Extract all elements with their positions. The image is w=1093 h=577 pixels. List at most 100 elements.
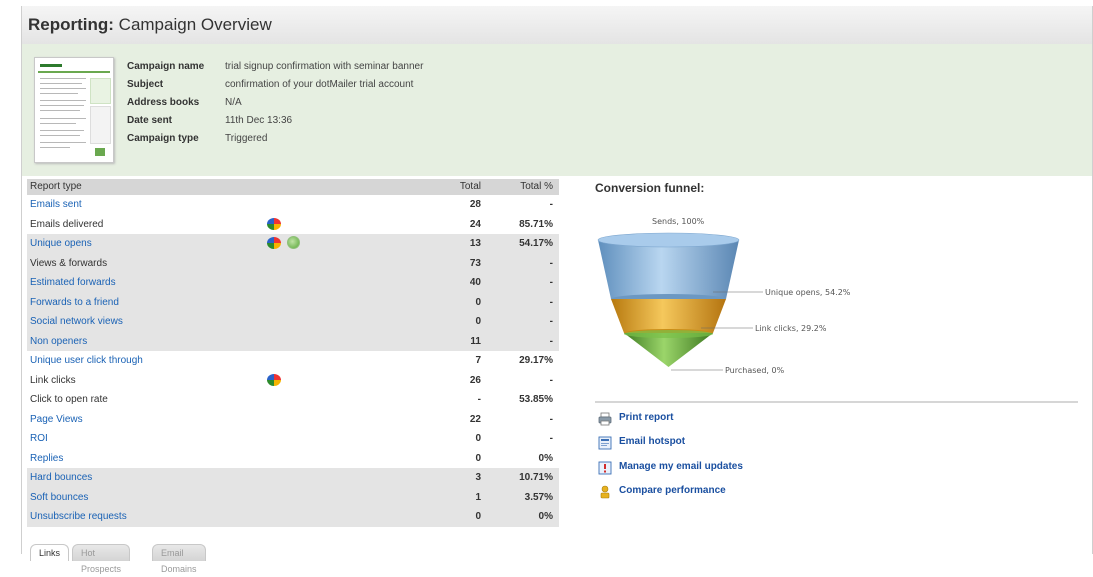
report-row-total: 7 [475, 355, 481, 366]
compare-performance-link[interactable]: Compare performance [619, 485, 726, 496]
report-row-label[interactable]: Page Views [30, 410, 83, 430]
funnel-label-purchased: Purchased, 0% [725, 366, 785, 375]
table-row: Non openers 11 - [27, 331, 559, 352]
campaign-type-label: Campaign type [127, 133, 199, 144]
report-row-label[interactable]: Estimated forwards [30, 273, 116, 293]
thumbnail-banner [38, 71, 110, 73]
table-row: ROI 0 - [27, 429, 559, 449]
address-books-value: N/A [225, 97, 242, 108]
thumbnail-line [40, 78, 86, 79]
thumbnail-line [40, 105, 84, 106]
campaign-type-value: Triggered [225, 133, 268, 144]
pie-chart-icon[interactable] [267, 217, 281, 230]
thumbnail-line [40, 135, 80, 136]
table-row: Unique opens 13 54.17% [27, 234, 559, 254]
report-frame: Reporting: Campaign Overview Campaign na… [21, 6, 1093, 574]
date-sent-label: Date sent [127, 115, 173, 126]
report-row-label[interactable]: Social network views [30, 312, 123, 332]
report-row-percent: - [549, 199, 553, 210]
report-row-label[interactable]: Emails sent [30, 195, 82, 215]
table-row: Views & forwards 73 - [27, 253, 559, 273]
address-books-label: Address books [127, 97, 200, 108]
table-row: Social network views 0 - [27, 312, 559, 332]
funnel-label-link-clicks: Link clicks, 29.2% [755, 324, 827, 333]
report-row-percent: - [549, 296, 553, 308]
report-row-label[interactable]: Non openers [30, 332, 87, 352]
report-row-label[interactable]: Unique user click through [30, 351, 143, 371]
report-row-label[interactable]: Forwards to a friend [30, 293, 119, 313]
campaign-info-panel: Campaign name Subject Address books Date… [22, 44, 1092, 176]
manage-email-updates-link[interactable]: Manage my email updates [619, 461, 743, 472]
report-row-label: Emails delivered [30, 218, 104, 230]
thumbnail-line [40, 123, 76, 124]
report-row-percent: 10.71% [519, 472, 553, 483]
report-row-label[interactable]: Unsubscribe requests [30, 507, 127, 527]
campaign-name-label: Campaign name [127, 61, 205, 72]
report-row-total: 11 [470, 335, 481, 347]
table-row: Link clicks 26 - [27, 371, 559, 391]
printer-icon [598, 412, 612, 426]
report-row-percent: 3.57% [524, 491, 553, 503]
tab-links[interactable]: Links [30, 544, 70, 561]
table-row: Emails delivered 24 85.71% [27, 215, 559, 235]
report-row-percent: 53.85% [519, 394, 553, 405]
report-row-total: 22 [469, 413, 481, 425]
tab-email-domains[interactable]: Email Domains [152, 544, 206, 574]
funnel-stage-sends-top [597, 232, 740, 248]
report-table-body: Emails sent 28 - Emails delivered 24 85.71% Un… [27, 195, 559, 527]
report-row-percent: - [549, 433, 553, 444]
campaign-name-value: trial signup confirmation with seminar b… [225, 61, 424, 72]
table-row: Hard bounces 3 10.71% [27, 468, 559, 488]
campaign-info-values: trial signup confirmation with seminar b… [225, 59, 423, 149]
total-percent-header: Total % [520, 181, 553, 192]
table-row: Estimated forwards 40 - [27, 273, 559, 293]
funnel-stage-link-clicks [624, 333, 713, 367]
report-row-percent: 54.17% [519, 238, 553, 249]
thumbnail-line [40, 93, 78, 94]
funnel-label-unique-opens: Unique opens, 54.2% [765, 288, 851, 297]
report-table-header: Report type Total Total % [27, 179, 559, 195]
table-row: Soft bounces 1 3.57% [27, 487, 559, 508]
report-row-percent: - [549, 277, 553, 288]
report-row-total: 0 [475, 433, 481, 444]
header-bar: Reporting: Campaign Overview [22, 6, 1092, 44]
print-report-link[interactable]: Print report [619, 412, 673, 423]
report-row-percent: - [549, 374, 553, 386]
report-row-percent: - [549, 316, 553, 327]
page-title: Reporting: Campaign Overview [28, 15, 272, 35]
subject-label: Subject [127, 79, 164, 90]
thumbnail-logo [40, 64, 62, 67]
report-row-total: 0 [475, 316, 481, 327]
report-row-total: 73 [469, 257, 481, 269]
report-row-label: Click to open rate [30, 394, 108, 405]
subject-value: confirmation of your dotMailer trial acc… [225, 79, 414, 90]
email-updates-icon [598, 461, 612, 475]
thumbnail-line [40, 142, 86, 143]
report-row-percent: 85.71% [519, 218, 553, 230]
report-row-total: 3 [475, 472, 481, 483]
report-row-percent: 0% [538, 511, 553, 522]
campaign-thumbnail[interactable] [34, 57, 114, 163]
pie-chart-icon[interactable] [267, 373, 281, 386]
report-row-label[interactable]: Soft bounces [30, 488, 88, 508]
globe-icon[interactable] [287, 236, 300, 249]
report-row-percent: - [549, 257, 553, 269]
table-row: Page Views 22 - [27, 410, 559, 430]
email-hotspot-link[interactable]: Email hotspot [619, 436, 685, 447]
report-row-label[interactable]: Hard bounces [30, 468, 92, 488]
date-sent-value: 11th Dec 13:36 [225, 115, 293, 126]
report-row-label[interactable]: Replies [30, 449, 63, 469]
report-row-total: 0 [475, 511, 481, 522]
report-row-total: - [477, 394, 481, 405]
pie-chart-icon[interactable] [267, 237, 281, 249]
funnel-shapes [597, 232, 740, 367]
report-row-total: 1 [475, 491, 481, 503]
report-row-label[interactable]: Unique opens [30, 234, 92, 254]
report-row-label[interactable]: ROI [30, 429, 48, 449]
tab-hot-prospects[interactable]: Hot Prospects [72, 544, 131, 574]
campaign-info-labels: Campaign name Subject Address books Date… [127, 59, 204, 149]
thumbnail-line [40, 118, 86, 119]
table-row: Unique user click through 7 29.17% [27, 351, 559, 371]
report-row-total: 24 [469, 218, 481, 230]
actions-divider [595, 401, 1078, 403]
